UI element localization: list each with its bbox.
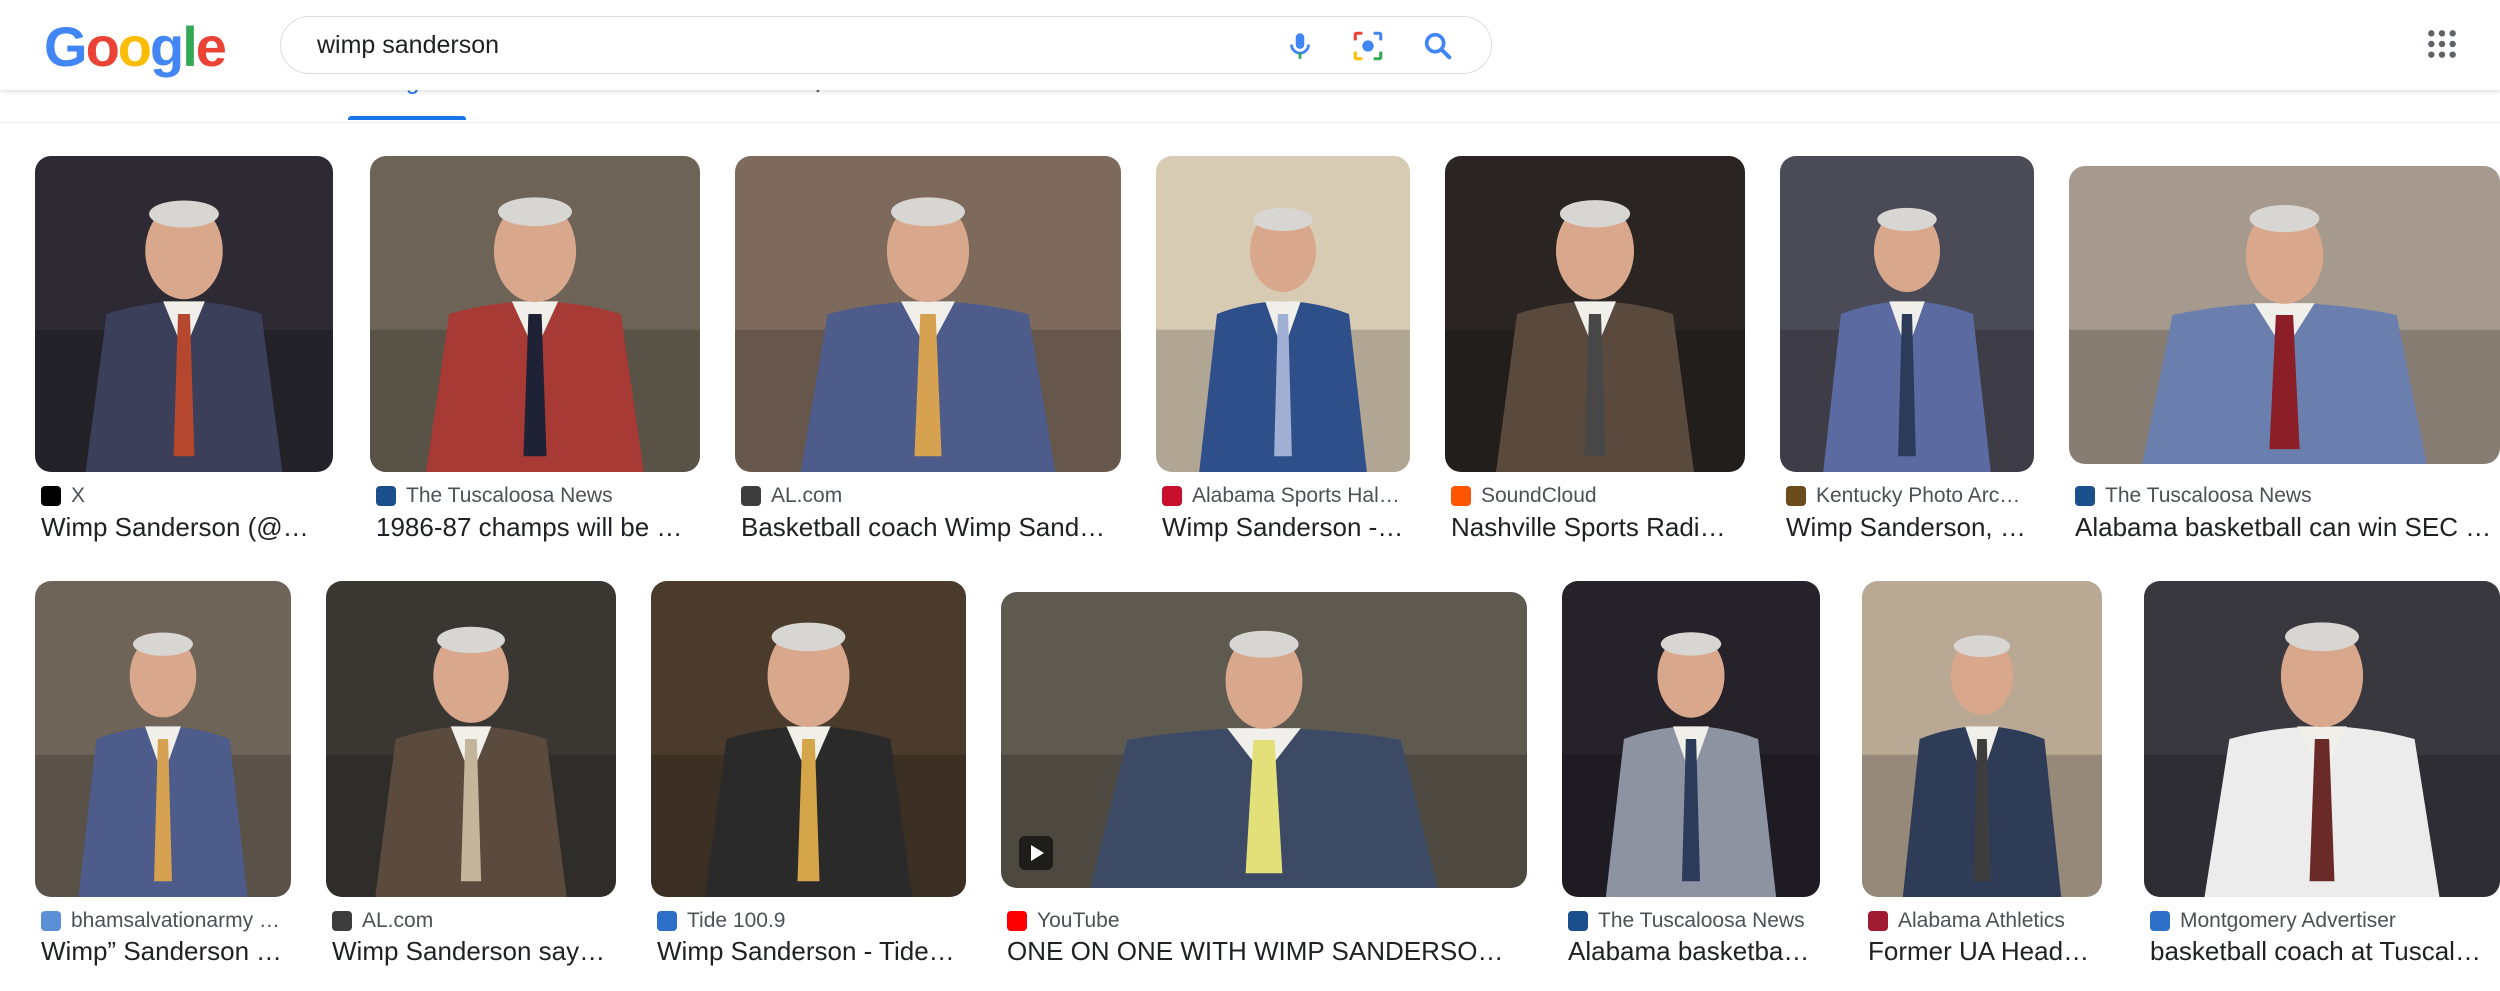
source-name: The Tuscaloosa News (2105, 484, 2312, 507)
site-favicon-icon (1451, 486, 1471, 506)
result-source[interactable]: YouTube (1007, 909, 1521, 933)
source-name: AL.com (362, 909, 434, 932)
logo-letter: e (195, 15, 227, 78)
result-title[interactable]: 1986-87 champs will be h… (376, 512, 694, 543)
result-thumbnail[interactable] (2144, 581, 2500, 897)
search-icon[interactable] (1421, 29, 1455, 63)
lens-icon[interactable] (1351, 29, 1385, 63)
source-name: Tide 100.9 (687, 909, 786, 932)
result-source[interactable]: Alabama Sports Hall… (1162, 484, 1404, 508)
site-favicon-icon (1162, 486, 1182, 506)
result-source[interactable]: AL.com (332, 909, 610, 933)
logo-letter: G (44, 15, 88, 78)
play-icon (1019, 836, 1053, 870)
apps-grid-icon[interactable] (2426, 28, 2458, 60)
result-title[interactable]: Former UA Head Co… (1868, 936, 2096, 967)
result-thumbnail[interactable] (651, 581, 966, 897)
result-source[interactable]: AL.com (741, 484, 1115, 508)
site-favicon-icon (1868, 911, 1888, 931)
logo-letter: g (150, 15, 184, 78)
search-box[interactable]: wimp sanderson (280, 16, 1492, 74)
result-thumbnail[interactable] (2069, 166, 2500, 464)
source-name: Montgomery Advertiser (2180, 909, 2396, 932)
site-favicon-icon (1007, 911, 1027, 931)
result-source[interactable]: The Tuscaloosa News (2075, 484, 2494, 508)
site-favicon-icon (2150, 911, 2170, 931)
site-favicon-icon (657, 911, 677, 931)
logo-letter: o (117, 15, 152, 78)
active-tab-indicator (348, 116, 466, 120)
site-favicon-icon (376, 486, 396, 506)
site-favicon-icon (1786, 486, 1806, 506)
source-name: SoundCloud (1481, 484, 1597, 507)
source-name: The Tuscaloosa News (406, 484, 613, 507)
result-title[interactable]: Wimp Sanderson (@wi… (41, 512, 327, 543)
result-title[interactable]: Nashville Sports Radio -… (1451, 512, 1739, 543)
result-thumbnail[interactable] (1862, 581, 2102, 897)
google-logo[interactable]: Google (44, 15, 227, 78)
result-source[interactable]: SoundCloud (1451, 484, 1739, 508)
result-thumbnail[interactable] (1780, 156, 2034, 472)
result-title[interactable]: Basketball coach Wimp Sander… (741, 512, 1115, 543)
result-thumbnail[interactable] (1562, 581, 1820, 897)
result-source[interactable]: Kentucky Photo Arc… (1786, 484, 2028, 508)
logo-letter: o (85, 15, 120, 78)
result-thumbnail[interactable] (735, 156, 1121, 472)
result-title[interactable]: Alabama basketball can win SEC tourn… (2075, 512, 2494, 543)
result-source[interactable]: Montgomery Advertiser (2150, 909, 2494, 933)
result-title[interactable]: basketball coach at Tuscaloosa (2150, 936, 2494, 967)
search-input[interactable]: wimp sanderson (317, 17, 499, 73)
site-favicon-icon (41, 911, 61, 931)
result-thumbnail[interactable] (1001, 592, 1527, 888)
result-source[interactable]: bhamsalvationarmy … (41, 909, 285, 933)
logo-letter: l (182, 15, 198, 78)
result-thumbnail[interactable] (1445, 156, 1745, 472)
site-favicon-icon (41, 486, 61, 506)
site-favicon-icon (2075, 486, 2095, 506)
source-name: X (71, 484, 86, 507)
site-favicon-icon (741, 486, 761, 506)
source-name: AL.com (771, 484, 843, 507)
result-title[interactable]: Wimp Sanderson - … (1162, 512, 1404, 543)
top-bar: Google wimp sanderson (0, 0, 2500, 90)
source-name: YouTube (1037, 909, 1120, 932)
result-title[interactable]: ONE ON ONE WITH WIMP SANDERSON - Yo… (1007, 936, 1521, 967)
source-name: The Tuscaloosa News (1598, 909, 1805, 932)
result-source[interactable]: Tide 100.9 (657, 909, 960, 933)
result-thumbnail[interactable] (1156, 156, 1410, 472)
result-source[interactable]: The Tuscaloosa News (376, 484, 694, 508)
site-favicon-icon (1568, 911, 1588, 931)
result-thumbnail[interactable] (326, 581, 616, 897)
result-title[interactable]: Alabama basketball… (1568, 936, 1814, 967)
result-title[interactable]: Wimp” Sanderson T… (41, 936, 285, 967)
site-favicon-icon (332, 911, 352, 931)
result-thumbnail[interactable] (35, 156, 333, 472)
result-source[interactable]: X (41, 484, 327, 508)
microphone-icon[interactable] (1283, 29, 1317, 63)
result-title[interactable]: Wimp Sanderson, 1… (1786, 512, 2028, 543)
source-name: Alabama Athletics (1898, 909, 2065, 932)
result-source[interactable]: Alabama Athletics (1868, 909, 2096, 933)
result-title[interactable]: Wimp Sanderson says … (332, 936, 610, 967)
result-thumbnail[interactable] (370, 156, 700, 472)
source-name: bhamsalvationarmy … (71, 909, 280, 932)
source-name: Alabama Sports Hall… (1192, 484, 1404, 507)
source-name: Kentucky Photo Arc… (1816, 484, 2021, 507)
result-source[interactable]: The Tuscaloosa News (1568, 909, 1814, 933)
result-thumbnail[interactable] (35, 581, 291, 897)
result-title[interactable]: Wimp Sanderson - Tide 1… (657, 936, 960, 967)
